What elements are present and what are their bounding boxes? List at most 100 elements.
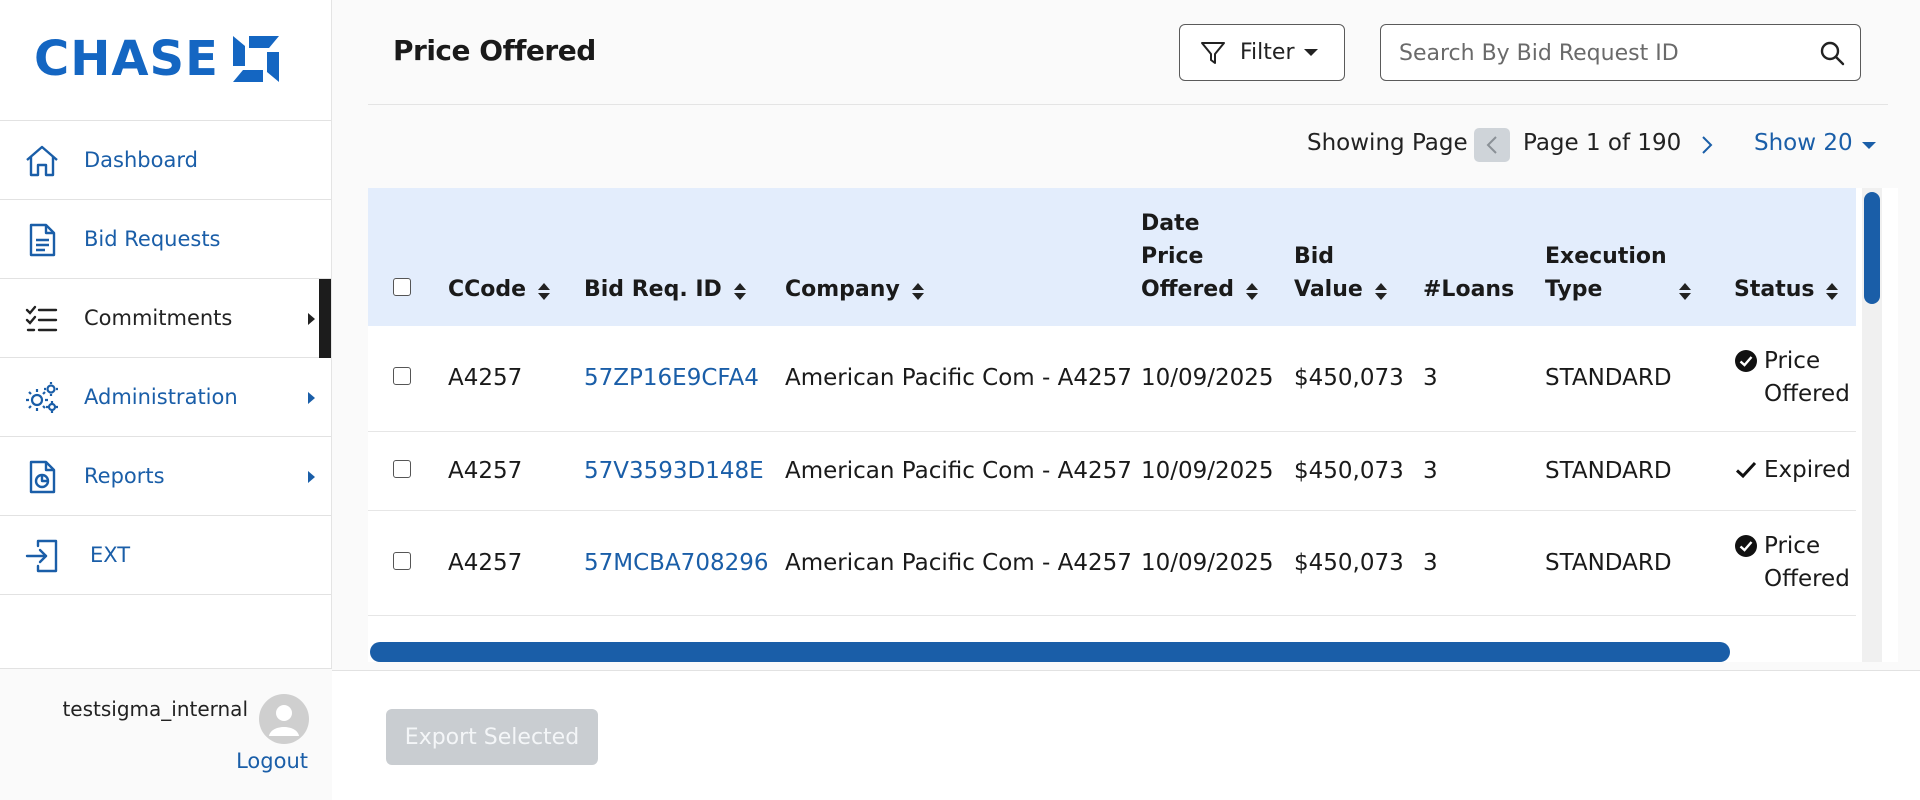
cell-company: American Pacific Com - A4257 — [785, 431, 1141, 511]
logout-link[interactable]: Logout — [236, 749, 308, 773]
header-line: Offered — [1141, 277, 1234, 302]
page-title: Price Offered — [393, 34, 596, 67]
column-header-status: Status — [1734, 277, 1815, 302]
page-header: Price Offered Filter — [368, 0, 1888, 105]
sort-icon[interactable] — [538, 283, 551, 301]
sidebar-item-label: Commitments — [84, 306, 233, 330]
status-badge: Price Offered — [1734, 530, 1856, 596]
column-header-ccode: CCode — [448, 277, 527, 302]
caret-down-icon — [1304, 49, 1319, 56]
sidebar-item-label: Bid Requests — [84, 227, 221, 251]
cell-bid-value: $450,073 — [1294, 326, 1423, 432]
cell-company: American Pacific Com - A4257 — [785, 510, 1141, 616]
column-header-company: Company — [785, 277, 900, 302]
filter-button[interactable]: Filter — [1179, 24, 1345, 81]
status-line: Price — [1764, 532, 1821, 559]
cell-execution-type: STANDARD — [1545, 326, 1734, 432]
check-circle-icon — [1735, 534, 1757, 557]
chevron-left-icon — [1486, 136, 1497, 154]
sidebar-item-dashboard[interactable]: Dashboard — [0, 121, 331, 200]
chevron-right-icon — [308, 392, 315, 404]
check-circle-icon — [1735, 350, 1757, 373]
row-checkbox[interactable] — [393, 551, 411, 570]
sidebar-nav: Dashboard Bid Requests Commitments Admin… — [0, 120, 331, 595]
checkmark-icon — [1735, 461, 1757, 479]
sidebar-item-label: Administration — [84, 385, 238, 409]
header-line: Date — [1141, 211, 1200, 236]
column-header-execution-type: Execution Type — [1545, 240, 1667, 306]
sort-icon[interactable] — [911, 283, 924, 301]
cell-date: 10/09/2025 — [1141, 326, 1294, 432]
sort-icon[interactable] — [1826, 283, 1839, 301]
bid-request-link[interactable]: 57MCBA708296 — [584, 550, 768, 576]
header-line: Bid — [1294, 244, 1335, 269]
cell-ccode: A4257 — [448, 510, 584, 616]
status-line: Offered — [1764, 381, 1850, 408]
row-checkbox[interactable] — [393, 459, 411, 478]
next-page-button[interactable] — [1692, 128, 1722, 162]
app: CHASE Dashboard Bid Requests Commitments… — [0, 0, 1920, 800]
column-header-bid-req-id: Bid Req. ID — [584, 277, 722, 302]
caret-down-icon — [1862, 142, 1876, 149]
cell-bid-value: $450,073 — [1294, 431, 1423, 511]
chevron-right-icon — [308, 313, 315, 325]
showing-label: Showing Page — [1307, 130, 1468, 156]
status-text: Price Offered — [1764, 345, 1850, 411]
status-badge: Price Offered — [1734, 345, 1856, 411]
filter-icon — [1201, 41, 1225, 64]
sort-icon[interactable] — [1678, 283, 1691, 301]
status-line: Offered — [1764, 565, 1850, 592]
header-line: Value — [1294, 277, 1363, 302]
user-avatar-icon — [269, 705, 299, 736]
status-badge: Expired — [1734, 454, 1856, 487]
sort-icon[interactable] — [733, 283, 746, 301]
column-header-bid-value: Bid Value — [1294, 240, 1363, 306]
prev-page-button[interactable] — [1474, 128, 1510, 162]
exit-icon — [25, 539, 58, 573]
table-row: A4257 57ZP16E9CFA4 American Pacific Com … — [368, 326, 1856, 432]
column-header-date-price-offered: Date Price Offered — [1141, 207, 1234, 306]
gears-icon — [26, 382, 58, 413]
header-line: Type — [1545, 277, 1603, 302]
search-icon[interactable] — [1818, 39, 1846, 67]
vertical-scrollbar[interactable] — [1862, 188, 1882, 662]
bid-request-link[interactable]: 57ZP16E9CFA4 — [584, 365, 759, 391]
sort-icon[interactable] — [1245, 283, 1258, 301]
export-selected-button[interactable]: Export Selected — [386, 709, 598, 765]
chevron-right-icon — [308, 471, 315, 483]
avatar[interactable] — [259, 694, 309, 744]
filter-label: Filter — [1240, 40, 1295, 65]
search-box — [1380, 24, 1861, 81]
sidebar-item-reports[interactable]: Reports — [0, 437, 331, 516]
page-size-select[interactable]: Show 20 — [1754, 130, 1853, 156]
sidebar-item-administration[interactable]: Administration — [0, 358, 331, 437]
horizontal-scrollbar[interactable] — [370, 642, 1730, 662]
column-header-loans: #Loans — [1423, 277, 1515, 302]
select-all-checkbox[interactable] — [393, 278, 411, 296]
table-row: A4257 57MCBA708296 American Pacific Com … — [368, 510, 1856, 616]
report-icon — [29, 460, 56, 494]
search-input[interactable] — [1399, 37, 1799, 69]
sidebar-item-ext[interactable]: EXT — [0, 516, 331, 595]
sidebar-item-commitments[interactable]: Commitments — [0, 279, 331, 358]
scrollbar-thumb[interactable] — [1864, 192, 1880, 304]
cell-ccode: A4257 — [448, 326, 584, 432]
active-indicator — [319, 279, 331, 358]
cell-loans: 3 — [1423, 326, 1545, 432]
chase-logo[interactable]: CHASE — [34, 31, 281, 87]
row-checkbox[interactable] — [393, 367, 411, 386]
header-line: Price — [1141, 244, 1204, 269]
sort-icon[interactable] — [1374, 283, 1387, 301]
cell-company: American Pacific Com - A4257 — [785, 326, 1141, 432]
home-icon — [26, 145, 58, 177]
document-icon — [29, 223, 56, 257]
sidebar: CHASE Dashboard Bid Requests Commitments… — [0, 0, 332, 800]
logo-text: CHASE — [34, 31, 219, 87]
cell-date: 10/09/2025 — [1141, 510, 1294, 616]
action-bar: Export Selected — [332, 670, 1920, 800]
sidebar-item-bid-requests[interactable]: Bid Requests — [0, 200, 331, 279]
page-info: Page 1 of 190 — [1523, 130, 1682, 156]
header-line: Execution — [1545, 244, 1667, 269]
cell-execution-type: STANDARD — [1545, 431, 1734, 511]
bid-request-link[interactable]: 57V3593D148E — [584, 458, 764, 484]
